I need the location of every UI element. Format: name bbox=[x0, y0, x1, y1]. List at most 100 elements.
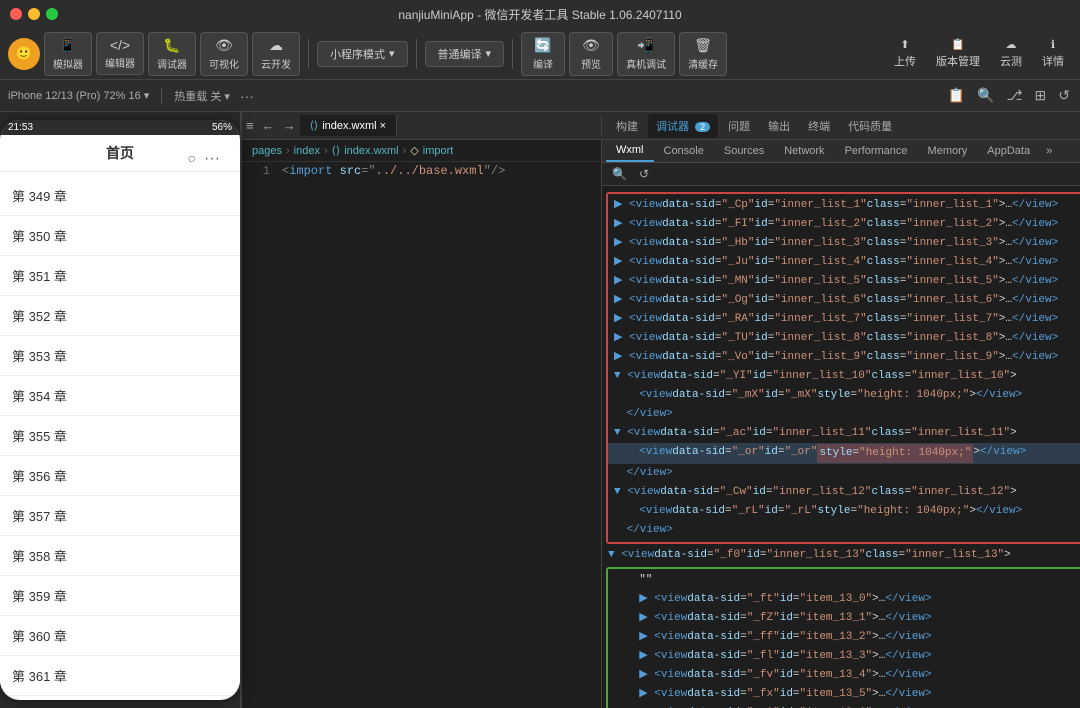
copy-icon[interactable]: 📋 bbox=[946, 85, 967, 106]
tab-debug[interactable]: 调试器 2 bbox=[648, 114, 718, 138]
breadcrumb-file-icon: ⟨⟩ bbox=[332, 144, 341, 157]
cloud-button[interactable]: ☁ 云开发 bbox=[252, 32, 300, 76]
realdevice-button[interactable]: 📲 真机调试 bbox=[617, 32, 675, 76]
clearcache-button[interactable]: 🗑 清缓存 bbox=[679, 32, 727, 76]
preview-icon: 👁 bbox=[582, 37, 600, 54]
second-toolbar: iPhone 12/13 (Pro) 72% 16 ▾ 热重载 关 ▾ ··· … bbox=[0, 80, 1080, 112]
forward-icon[interactable]: → bbox=[279, 118, 300, 133]
dom-line[interactable]: ▶ <view data-sid="_ff" id="item_13_2">…<… bbox=[608, 628, 1080, 647]
dom-line[interactable]: ▶ <view data-sid="_FI" id="inner_list_2"… bbox=[608, 215, 1080, 234]
phone-content: 第 349 章 第 350 章 第 351 章 第 352 章 第 353 章 … bbox=[0, 172, 240, 700]
more-options-button[interactable]: ··· bbox=[238, 86, 256, 106]
dom-line[interactable]: ▶ <view data-sid="_Og" id="inner_list_6"… bbox=[608, 291, 1080, 310]
dom-line-transition[interactable]: ▼ <view data-sid="_f0" id="inner_list_13… bbox=[602, 546, 1080, 565]
dom-line-highlighted[interactable]: <view data-sid="_or" id="_or" style="hei… bbox=[608, 443, 1080, 464]
dom-line[interactable]: ▶ <view data-sid="_g0" id="item_13_6">…<… bbox=[608, 704, 1080, 708]
dom-line[interactable]: </view> bbox=[608, 464, 1080, 483]
editor-button[interactable]: </> 编辑器 bbox=[96, 32, 144, 75]
traffic-lights bbox=[10, 8, 58, 20]
tab-build[interactable]: 构建 bbox=[608, 114, 646, 138]
compile-dropdown[interactable]: 普通编译 ▾ bbox=[425, 41, 505, 67]
version-button[interactable]: 📋 版本管理 bbox=[928, 34, 988, 73]
breadcrumb-pages[interactable]: pages bbox=[252, 145, 282, 157]
compile-button[interactable]: 🔄 编译 bbox=[521, 32, 565, 76]
separator-2 bbox=[416, 39, 417, 69]
upload-button[interactable]: ⬆ 上传 bbox=[886, 34, 924, 73]
maximize-button[interactable] bbox=[46, 8, 58, 20]
debugger-button[interactable]: 🐛 调试器 bbox=[148, 32, 196, 76]
list-item: 第 357 章 bbox=[0, 496, 240, 536]
visualize-button[interactable]: 👁 可视化 bbox=[200, 32, 248, 76]
editor-tabs-area: ≡ ← → ⟨⟩ index.wxml × bbox=[242, 115, 602, 136]
breadcrumb: pages › index › ⟨⟩ index.wxml › ◇ import bbox=[242, 140, 601, 162]
list-item: 第 359 章 bbox=[0, 576, 240, 616]
search-icon[interactable]: 🔍 bbox=[975, 85, 996, 106]
dom-line[interactable]: </view> bbox=[608, 521, 1080, 540]
hotreload-button[interactable]: 热重载 关 ▾ bbox=[174, 88, 230, 104]
phone-menu-icon[interactable]: ··· bbox=[204, 150, 220, 168]
tab-codequality[interactable]: 代码质量 bbox=[840, 114, 900, 138]
dom-line[interactable]: ▶ <view data-sid="_Ju" id="inner_list_4"… bbox=[608, 253, 1080, 272]
breadcrumb-index[interactable]: index bbox=[294, 145, 320, 157]
dom-area: ▶ <view data-sid="_Cp" id="inner_list_1"… bbox=[602, 186, 1080, 708]
breadcrumb-indexwxml[interactable]: index.wxml bbox=[344, 145, 398, 157]
tab-appdata[interactable]: AppData bbox=[977, 141, 1040, 161]
editor-tab-wxml[interactable]: ⟨⟩ index.wxml × bbox=[300, 115, 397, 136]
clearcache-icon: 🗑 bbox=[694, 37, 712, 54]
dom-line[interactable]: ▶ <view data-sid="_TU" id="inner_list_8"… bbox=[608, 329, 1080, 348]
refresh-icon[interactable]: ↺ bbox=[1056, 85, 1072, 106]
minimize-button[interactable] bbox=[28, 8, 40, 20]
avatar: 🙂 bbox=[8, 38, 40, 70]
dom-line[interactable]: ▼ <view data-sid="_ac" id="inner_list_11… bbox=[608, 424, 1080, 443]
realdevice-icon: 📲 bbox=[637, 37, 654, 54]
dom-line[interactable]: ▼ <view data-sid="_Cw" id="inner_list_12… bbox=[608, 483, 1080, 502]
close-button[interactable] bbox=[10, 8, 22, 20]
mode-dropdown[interactable]: 小程序模式 ▾ bbox=[317, 41, 408, 67]
tab-output[interactable]: 输出 bbox=[760, 114, 798, 138]
dom-line[interactable]: ▶ <view data-sid="_RA" id="inner_list_7"… bbox=[608, 310, 1080, 329]
dom-line[interactable]: ▶ <view data-sid="_fx" id="item_13_5">…<… bbox=[608, 685, 1080, 704]
git-icon[interactable]: ⎇ bbox=[1004, 85, 1024, 106]
tab-sources[interactable]: Sources bbox=[714, 141, 774, 161]
tab-performance[interactable]: Performance bbox=[835, 141, 918, 161]
device-info[interactable]: iPhone 12/13 (Pro) 72% 16 ▾ bbox=[8, 89, 149, 102]
tab-more[interactable]: » bbox=[1040, 141, 1058, 161]
inspect-button[interactable]: 🔍 bbox=[608, 165, 631, 183]
dom-line[interactable]: <view data-sid="_mX" id="_mX" style="hei… bbox=[608, 386, 1080, 405]
simulator-icon: 📱 bbox=[59, 37, 76, 54]
tab-issues[interactable]: 问题 bbox=[720, 114, 758, 138]
details-button[interactable]: ℹ 详情 bbox=[1034, 34, 1072, 73]
cloudtest-button[interactable]: ☁ 云测 bbox=[992, 34, 1030, 73]
main-layout: 21:53 56% 首页 ··· ○ 第 349 章 第 350 章 第 351… bbox=[0, 112, 1080, 708]
dom-line[interactable]: </view> bbox=[608, 405, 1080, 424]
phone-circle-icon[interactable]: ○ bbox=[188, 150, 196, 166]
preview-button[interactable]: 👁 预览 bbox=[569, 32, 613, 76]
hamburger-icon[interactable]: ≡ bbox=[242, 118, 258, 133]
dom-line[interactable]: ▶ <view data-sid="_fZ" id="item_13_1">…<… bbox=[608, 609, 1080, 628]
green-box-section: "" ▶ <view data-sid="_ft" id="item_13_0"… bbox=[606, 567, 1080, 708]
list-item: 第 360 章 bbox=[0, 616, 240, 656]
dom-line[interactable]: "" bbox=[608, 571, 1080, 590]
terminal-icon[interactable]: ⊞ bbox=[1033, 85, 1049, 106]
dom-line[interactable]: ▶ <view data-sid="_Hb" id="inner_list_3"… bbox=[608, 234, 1080, 253]
dom-line[interactable]: ▶ <view data-sid="_ft" id="item_13_0">…<… bbox=[608, 590, 1080, 609]
tab-network[interactable]: Network bbox=[774, 141, 834, 161]
dom-line[interactable]: ▶ <view data-sid="_Vo" id="inner_list_9"… bbox=[608, 348, 1080, 367]
simulator-button[interactable]: 📱 模拟器 bbox=[44, 32, 92, 76]
tab-terminal[interactable]: 终端 bbox=[800, 114, 838, 138]
tab-wxml[interactable]: Wxml bbox=[606, 140, 654, 162]
dom-line[interactable]: ▼ <view data-sid="_YI" id="inner_list_10… bbox=[608, 367, 1080, 386]
tab-console[interactable]: Console bbox=[654, 141, 714, 161]
dom-line[interactable]: ▶ <view data-sid="_Cp" id="inner_list_1"… bbox=[608, 196, 1080, 215]
back-icon[interactable]: ← bbox=[258, 118, 279, 133]
dom-line[interactable]: ▶ <view data-sid="_fv" id="item_13_4">…<… bbox=[608, 666, 1080, 685]
tab-memory[interactable]: Memory bbox=[918, 141, 978, 161]
debugger-icon: 🐛 bbox=[163, 37, 180, 54]
refresh-button[interactable]: ↺ bbox=[635, 165, 653, 183]
editor-panel: pages › index › ⟨⟩ index.wxml › ◇ import… bbox=[242, 140, 602, 708]
dom-line[interactable]: ▶ <view data-sid="_fl" id="item_13_3">…<… bbox=[608, 647, 1080, 666]
breadcrumb-import[interactable]: import bbox=[423, 145, 454, 157]
dom-line[interactable]: <view data-sid="_rL" id="_rL" style="hei… bbox=[608, 502, 1080, 521]
dom-line[interactable]: ▶ <view data-sid="_MN" id="inner_list_5"… bbox=[608, 272, 1080, 291]
dom-panel: ▶ <view data-sid="_Cp" id="inner_list_1"… bbox=[602, 186, 1080, 708]
